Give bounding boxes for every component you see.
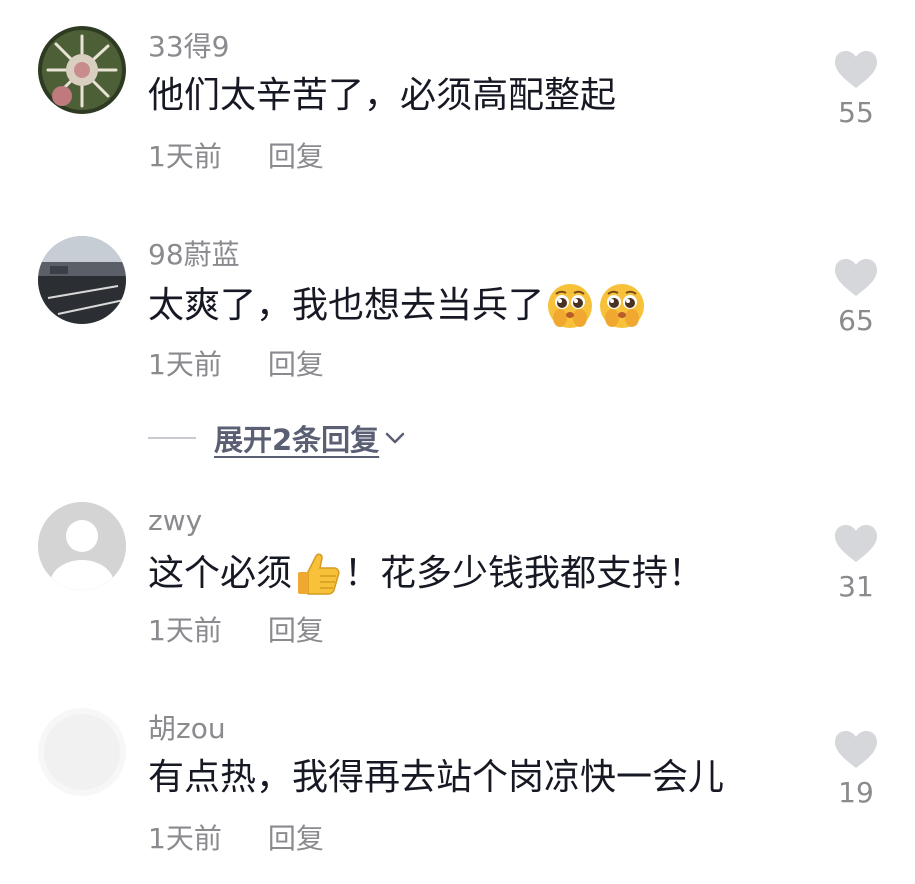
expand-replies-link[interactable]: 展开2条回复 [214,417,379,459]
avatar[interactable] [38,236,126,324]
comment-text: 太爽了，我也想去当兵了 [148,282,648,330]
comment-meta: 1天前 回复 [148,614,324,648]
avatar[interactable] [38,502,126,590]
like-button[interactable]: 31 [828,524,884,604]
reply-button[interactable]: 回复 [268,348,324,381]
comment-text: 有点热，我得再去站个岗凉快一会儿 [148,756,724,800]
reply-button[interactable]: 回复 [268,822,324,855]
like-count: 19 [838,776,874,809]
like-count: 31 [838,570,874,603]
username[interactable]: 98蔚蓝 [148,238,240,272]
reply-button[interactable]: 回复 [268,140,324,173]
avatar[interactable] [38,26,126,114]
divider-line [148,437,196,439]
username[interactable]: 33得9 [148,30,229,64]
heart-icon [835,259,877,296]
comment-text-part: 他们太辛苦了，必须高配整起 [148,75,617,116]
reply-button[interactable]: 回复 [268,614,324,647]
road-avatar-image [38,236,126,324]
heart-icon [835,731,877,768]
comment-text-part: 有点热，我得再去站个岗凉快一会儿 [148,757,725,798]
avatar[interactable] [38,708,126,796]
thumbs-up-emoji [298,553,340,595]
timestamp: 1天前 [148,140,222,173]
comment-text-part: 太爽了，我也想去当兵了 [148,285,545,326]
like-button[interactable]: 65 [828,258,884,338]
like-button[interactable]: 19 [828,730,884,810]
faded-avatar-image [38,708,126,796]
comment-meta: 1天前 回复 [148,140,324,174]
default-avatar-icon [38,502,126,590]
expand-replies-row[interactable]: 展开2条回复 [148,418,407,458]
timestamp: 1天前 [148,348,222,381]
heart-icon [835,525,877,562]
like-count: 55 [838,96,874,129]
timestamp: 1天前 [148,822,222,855]
comment-meta: 1天前 回复 [148,348,324,382]
timestamp: 1天前 [148,614,222,647]
pleading-face-emoji [548,284,593,328]
like-count: 65 [838,304,874,337]
comment-meta: 1天前 回复 [148,822,324,856]
like-button[interactable]: 55 [828,50,884,130]
chevron-down-icon [385,432,405,444]
pleading-face-emoji [600,284,645,328]
username[interactable]: 胡zou [148,712,226,746]
username[interactable]: zwy [148,504,202,538]
heart-icon [835,51,877,88]
comment-text: 他们太辛苦了，必须高配整起 [148,74,616,118]
comment-text-part: ！花多少钱我都支持！ [344,553,705,594]
comment-text-part: 这个必须 [148,553,293,594]
succulent-avatar-image [38,26,126,114]
comment-text: 这个必须 ！花多少钱我都支持！ [148,550,704,598]
